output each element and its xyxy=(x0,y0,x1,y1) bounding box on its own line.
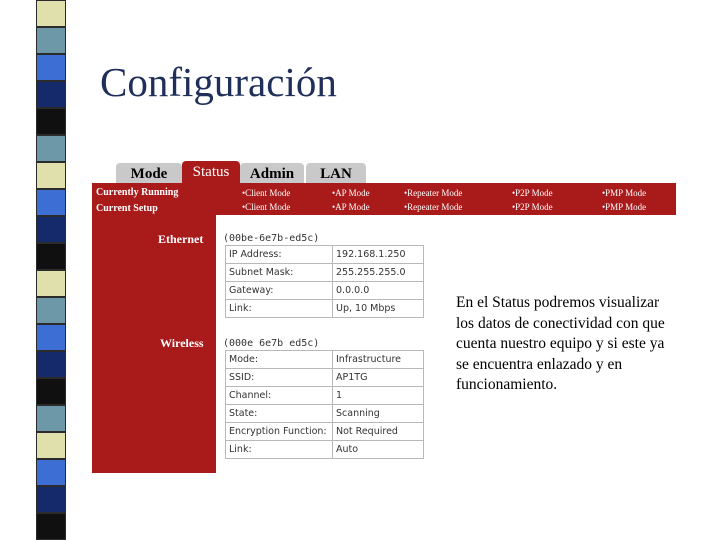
table-row: SSID: AP1TG xyxy=(225,368,424,387)
decorative-square xyxy=(36,0,66,27)
ethernet-info-table: IP Address: 192.168.1.250 Subnet Mask: 2… xyxy=(225,245,424,318)
gateway-label: Gateway: xyxy=(225,281,333,300)
setup-option-client[interactable]: •Client Mode xyxy=(242,202,290,212)
decorative-square xyxy=(36,351,66,378)
setup-option-p2p[interactable]: •P2P Mode xyxy=(512,202,553,212)
ssid-label: SSID: xyxy=(225,368,333,387)
decorative-square xyxy=(36,54,66,81)
decorative-square xyxy=(36,459,66,486)
table-row: Link: Up, 10 Mbps xyxy=(225,299,424,318)
tab-lan[interactable]: LAN xyxy=(306,163,366,183)
encryption-label: Encryption Function: xyxy=(225,422,333,441)
table-row: IP Address: 192.168.1.250 xyxy=(225,245,424,264)
decorative-square xyxy=(36,189,66,216)
decorative-square xyxy=(36,81,66,108)
tab-mode[interactable]: Mode xyxy=(116,163,182,183)
ip-address-label: IP Address: xyxy=(225,245,333,264)
channel-value: 1 xyxy=(332,386,424,405)
ip-address-value: 192.168.1.250 xyxy=(332,245,424,264)
ethernet-mac-address: (00be-6e7b-ed5c) xyxy=(223,233,320,244)
decorative-square xyxy=(36,486,66,513)
decorative-square xyxy=(36,27,66,54)
slide-description: En el Status podremos visualizar los dat… xyxy=(456,294,665,393)
table-row: Link: Auto xyxy=(225,440,424,459)
running-option-repeater: •Repeater Mode xyxy=(404,188,463,198)
decorative-square xyxy=(36,378,66,405)
wireless-mode-value: Infrastructure xyxy=(332,350,424,369)
running-option-p2p: •P2P Mode xyxy=(512,188,553,198)
state-label: State: xyxy=(225,404,333,423)
wireless-link-label: Link: xyxy=(225,440,333,459)
table-row: Gateway: 0.0.0.0 xyxy=(225,281,424,300)
decorative-square xyxy=(36,270,66,297)
current-setup-label: Current Setup xyxy=(96,203,158,214)
table-row: Encryption Function: Not Required xyxy=(225,422,424,441)
table-row: Mode: Infrastructure xyxy=(225,350,424,369)
ethernet-label: Ethernet xyxy=(158,232,204,246)
decorative-square xyxy=(36,513,66,540)
decorative-square xyxy=(36,216,66,243)
decorative-square xyxy=(36,243,66,270)
wireless-mac-address: (000e 6e7b ed5c) xyxy=(223,338,320,349)
decorative-square xyxy=(36,432,66,459)
mode-status-bar: Currently Running Current Setup •Client … xyxy=(92,183,676,215)
running-option-client: •Client Mode xyxy=(242,188,291,198)
encryption-value: Not Required xyxy=(332,422,424,441)
decorative-square-strip xyxy=(0,0,70,540)
table-row: Subnet Mask: 255.255.255.0 xyxy=(225,263,424,282)
wireless-link-value: Auto xyxy=(332,440,424,459)
ethernet-link-value: Up, 10 Mbps xyxy=(332,299,424,318)
wireless-info-table: Mode: Infrastructure SSID: AP1TG Channel… xyxy=(225,350,424,459)
decorative-square xyxy=(36,324,66,351)
setup-option-ap[interactable]: •AP Mode xyxy=(332,202,370,212)
subnet-mask-value: 255.255.255.0 xyxy=(332,263,424,282)
wireless-mode-label: Mode: xyxy=(225,350,333,369)
ssid-value: AP1TG xyxy=(332,368,424,387)
subnet-mask-label: Subnet Mask: xyxy=(225,263,333,282)
decorative-square xyxy=(36,162,66,189)
channel-label: Channel: xyxy=(225,386,333,405)
decorative-square xyxy=(36,135,66,162)
state-value: Scanning xyxy=(332,404,424,423)
currently-running-label: Currently Running xyxy=(96,187,179,198)
gateway-value: 0.0.0.0 xyxy=(332,281,424,300)
ethernet-link-label: Link: xyxy=(225,299,333,318)
slide-title: Configuración xyxy=(100,59,337,105)
decorative-square xyxy=(36,108,66,135)
tab-admin[interactable]: Admin xyxy=(240,163,304,183)
setup-option-pmp[interactable]: •PMP Mode xyxy=(602,202,646,212)
wireless-label: Wireless xyxy=(160,336,204,350)
decorative-square xyxy=(36,297,66,324)
decorative-square xyxy=(36,405,66,432)
table-row: Channel: 1 xyxy=(225,386,424,405)
table-row: State: Scanning xyxy=(225,404,424,423)
setup-option-repeater[interactable]: •Repeater Mode xyxy=(404,202,462,212)
running-option-pmp: •PMP Mode xyxy=(602,188,647,198)
tab-status[interactable]: Status xyxy=(182,161,240,183)
section-label-column: Ethernet Wireless xyxy=(92,215,216,473)
running-option-ap: •AP Mode xyxy=(332,188,370,198)
